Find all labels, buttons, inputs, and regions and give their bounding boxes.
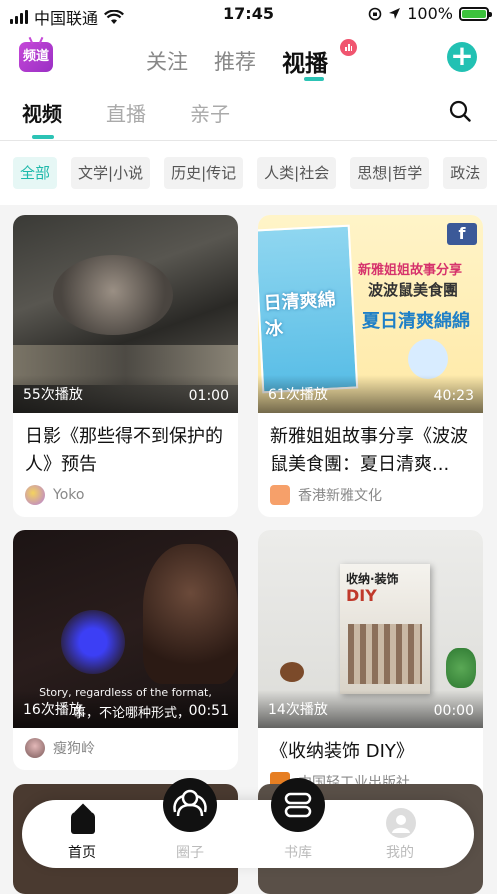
video-thumbnail[interactable]: 日清爽綿冰 新雅姐姐故事分享 波波鼠美食團 夏日清爽綿綿 f 61次播放 40:… [258, 215, 483, 413]
video-thumbnail[interactable]: 55次播放 01:00 [13, 215, 238, 413]
video-card[interactable]: 收纳·装饰 DIY 14次播放 00:00 《收纳装饰 DIY》 中国轻工业出版… [258, 530, 483, 804]
video-title[interactable]: 日影《那些得不到保护的人》预告 [13, 413, 238, 479]
duration: 00:00 [433, 703, 474, 719]
video-title[interactable]: 《收纳装饰 DIY》 [258, 728, 483, 766]
speaker-figure [143, 544, 238, 684]
nav-home-label: 首页 [68, 845, 96, 861]
battery-percent: 100% [407, 4, 453, 23]
facebook-logo: f [447, 223, 477, 245]
channel-button[interactable]: 频道 [19, 42, 53, 72]
video-thumbnail[interactable]: 收纳·装饰 DIY 14次播放 00:00 [258, 530, 483, 728]
plant [446, 648, 476, 688]
video-thumbnail[interactable]: Story, regardless of the format, 事，不论哪种形… [13, 530, 238, 728]
author-name[interactable]: 瘦狗岭 [53, 738, 95, 758]
blue-light [61, 610, 125, 674]
author-avatar[interactable] [25, 485, 45, 505]
poster-main-title: 夏日清爽綿綿 [362, 311, 470, 332]
poster-subtitle: 波波鼠美食團 [368, 281, 459, 299]
shelf-illustration [348, 624, 422, 684]
category-all[interactable]: 全部 [13, 157, 58, 189]
add-button[interactable]: + [447, 42, 477, 72]
tab-following[interactable]: 关注 [146, 46, 188, 80]
rotation-lock-icon [368, 7, 382, 20]
mascot-illustration [408, 339, 448, 379]
battery-icon [459, 6, 492, 21]
category-society[interactable]: 人类|社会 [257, 157, 337, 189]
subtab-video[interactable]: 视频 [22, 98, 62, 127]
subtitle-line-2: 事，不论哪种形式， [73, 706, 191, 721]
search-icon[interactable] [449, 100, 471, 122]
nav-circles-label: 圈子 [176, 845, 204, 861]
top-nav: 频道 关注 推荐 视播 + [0, 30, 497, 88]
play-count: 14次播放 [268, 702, 328, 718]
book-cover-image: 日清爽綿冰 [258, 224, 359, 394]
poster-header: 新雅姐姐故事分享 [358, 263, 463, 278]
location-icon [389, 8, 401, 19]
author-name[interactable]: 香港新雅文化 [298, 485, 382, 505]
status-bar: 中国联通 17:45 100% [0, 0, 497, 30]
pinecone [280, 662, 304, 682]
play-count: 16次播放 [23, 702, 83, 718]
bottom-nav: 首页 圈子 书库 我的 [22, 778, 474, 868]
video-card[interactable]: 55次播放 01:00 日影《那些得不到保护的人》预告 Yoko [13, 215, 238, 517]
nav-me-label: 我的 [386, 845, 414, 861]
video-card[interactable]: 日清爽綿冰 新雅姐姐故事分享 波波鼠美食團 夏日清爽綿綿 f 61次播放 40:… [258, 215, 483, 517]
tab-recommended[interactable]: 推荐 [214, 46, 256, 80]
profile-icon [386, 808, 416, 838]
duration: 40:23 [433, 388, 474, 404]
actor-figure [53, 255, 173, 335]
active-tab-indicator [304, 77, 324, 81]
category-literature[interactable]: 文学|小说 [71, 157, 151, 189]
play-count: 61次播放 [268, 387, 328, 403]
category-bar: 全部 文学|小说 历史|传记 人类|社会 思想|哲学 政法 [0, 141, 497, 205]
circles-icon [163, 778, 217, 832]
author-avatar[interactable] [270, 485, 290, 505]
library-icon [271, 778, 325, 832]
category-philosophy[interactable]: 思想|哲学 [350, 157, 430, 189]
category-history[interactable]: 历史|传记 [164, 157, 244, 189]
duration: 00:51 [188, 703, 229, 719]
book-cover-title: 日清爽綿冰 [263, 289, 337, 341]
author-name[interactable]: Yoko [53, 487, 84, 503]
nav-library-label: 书库 [284, 845, 312, 861]
play-count: 55次播放 [23, 387, 83, 403]
subtab-live[interactable]: 直播 [106, 98, 146, 127]
sub-tabs: 视频 直播 亲子 [0, 88, 497, 141]
category-politics[interactable]: 政法 [443, 157, 488, 189]
channel-label: 频道 [22, 49, 49, 64]
subtab-parenting[interactable]: 亲子 [190, 98, 230, 127]
subtab-indicator [32, 135, 54, 139]
live-badge-icon [340, 39, 357, 56]
home-icon [71, 812, 95, 834]
book-cover-image: 收纳·装饰 DIY [340, 564, 430, 694]
tab-video-broadcast[interactable]: 视播 [282, 44, 328, 78]
book-title-text: 收纳·装饰 [346, 572, 399, 586]
author-avatar[interactable] [25, 738, 45, 758]
book-diy-text: DIY [346, 586, 377, 605]
video-card[interactable]: Story, regardless of the format, 事，不论哪种形… [13, 530, 238, 770]
duration: 01:00 [188, 388, 229, 404]
video-title[interactable]: 新雅姐姐故事分享《波波鼠美食團：夏日清爽... [258, 413, 483, 479]
